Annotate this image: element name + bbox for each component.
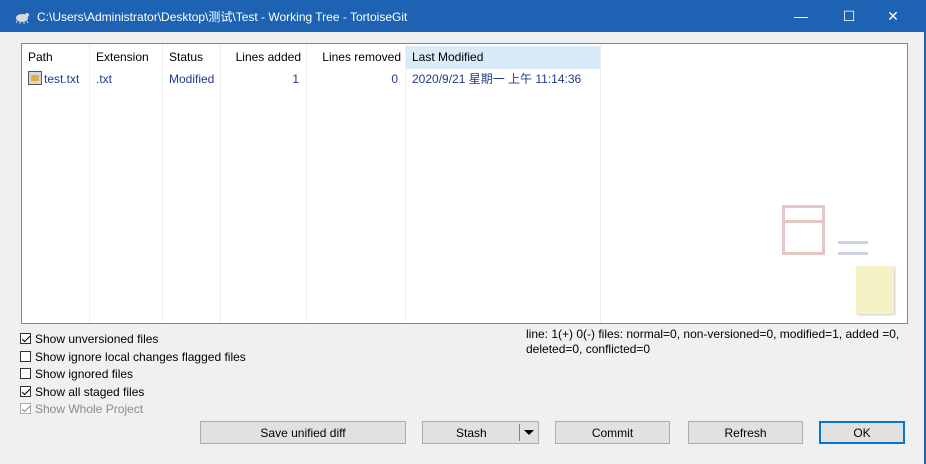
- checkbox-label: Show unversioned files: [35, 331, 159, 346]
- checkbox-checked-disabled: [20, 403, 31, 414]
- column-header-status[interactable]: Status: [169, 46, 219, 69]
- split-divider: [519, 424, 520, 441]
- dropdown-arrow-icon[interactable]: [524, 430, 534, 435]
- close-button[interactable]: ✕: [870, 0, 916, 32]
- watermark-equals-icon: [838, 241, 868, 244]
- stash-button[interactable]: Stash: [422, 421, 539, 444]
- checkbox-label: Show all staged files: [35, 384, 145, 399]
- watermark-note-icon: [856, 266, 894, 314]
- refresh-button[interactable]: Refresh: [688, 421, 803, 444]
- button-label: Save unified diff: [260, 425, 346, 440]
- column-separator[interactable]: [405, 44, 406, 323]
- column-header-lines-removed[interactable]: Lines removed: [307, 46, 401, 69]
- save-unified-diff-button[interactable]: Save unified diff: [200, 421, 406, 444]
- button-label: OK: [853, 425, 871, 440]
- file-extension: .txt: [96, 72, 113, 86]
- file-lines-added: 1: [292, 72, 299, 86]
- checkbox-label: Show ignore local changes flagged files: [35, 349, 246, 364]
- title-bar[interactable]: C:\Users\Administrator\Desktop\测试\Test -…: [0, 0, 926, 32]
- column-separator[interactable]: [600, 44, 601, 323]
- button-label: Commit: [591, 425, 634, 440]
- text-file-icon: [28, 71, 42, 85]
- minimize-icon: —: [794, 8, 808, 24]
- show-unversioned-checkbox[interactable]: Show unversioned files: [20, 330, 158, 347]
- show-ignored-checkbox[interactable]: Show ignored files: [20, 365, 133, 382]
- checkbox-unchecked[interactable]: [20, 351, 31, 362]
- file-last-modified: 2020/9/21 星期一 上午 11:14:36: [412, 72, 582, 86]
- checkbox-label: Show Whole Project: [35, 401, 144, 416]
- maximize-button[interactable]: ☐: [826, 0, 872, 32]
- column-header-last-modified[interactable]: Last Modified: [406, 46, 600, 69]
- show-all-staged-checkbox[interactable]: Show all staged files: [20, 383, 144, 400]
- column-header-lines-added[interactable]: Lines added: [221, 46, 301, 69]
- ok-button[interactable]: OK: [819, 421, 905, 444]
- tortoise-icon: [15, 13, 29, 24]
- column-separator[interactable]: [89, 44, 90, 323]
- maximize-icon: ☐: [842, 7, 856, 24]
- file-status: Modified: [169, 72, 215, 86]
- checkbox-checked[interactable]: [20, 333, 31, 344]
- column-header-path[interactable]: Path: [28, 46, 88, 69]
- change-statistics: line: 1(+) 0(-) files: normal=0, non-ver…: [526, 327, 900, 356]
- button-label: Stash: [456, 425, 487, 440]
- window-title: C:\Users\Administrator\Desktop\测试\Test -…: [37, 10, 408, 24]
- file-lines-removed: 0: [391, 72, 398, 86]
- file-list[interactable]: Path Extension Status Lines added Lines …: [21, 43, 908, 324]
- close-icon: ✕: [887, 7, 899, 24]
- button-label: Refresh: [724, 425, 767, 440]
- column-separator[interactable]: [162, 44, 163, 323]
- show-ignore-local-changes-checkbox[interactable]: Show ignore local changes flagged files: [20, 348, 246, 365]
- file-path[interactable]: test.txt: [44, 71, 79, 88]
- column-header-extension[interactable]: Extension: [96, 46, 162, 69]
- minimize-button[interactable]: —: [778, 0, 824, 32]
- watermark-equals-icon: [838, 252, 868, 255]
- checkbox-label: Show ignored files: [35, 366, 134, 381]
- checkbox-checked[interactable]: [20, 386, 31, 397]
- show-whole-project-checkbox: Show Whole Project: [20, 400, 143, 417]
- watermark-window-icon: [782, 205, 825, 255]
- commit-button[interactable]: Commit: [555, 421, 670, 444]
- checkbox-unchecked[interactable]: [20, 368, 31, 379]
